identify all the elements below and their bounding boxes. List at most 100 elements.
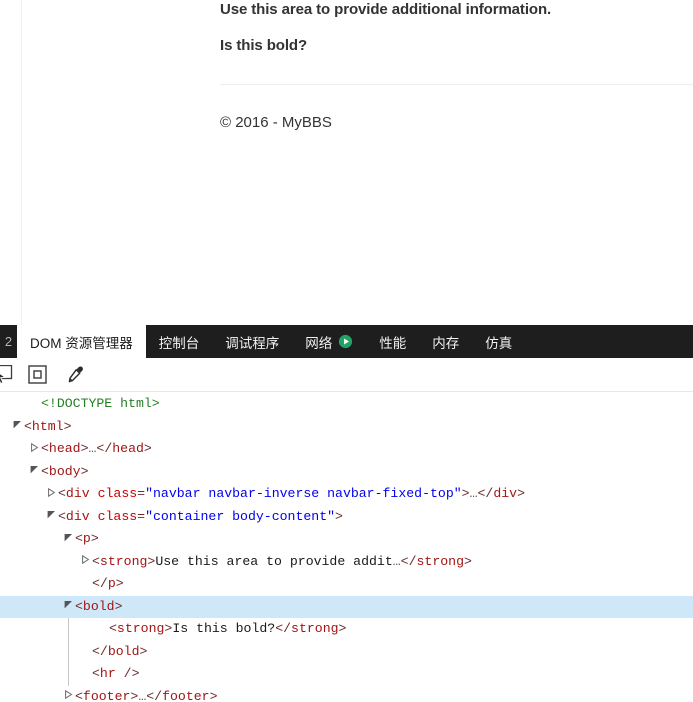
- dom-tree-row[interactable]: <strong>Use this area to provide addit…<…: [0, 551, 693, 574]
- dom-token-content: Is this bold?: [172, 621, 276, 636]
- dom-tree-row[interactable]: </p>: [0, 573, 693, 596]
- dom-row-markup: <!DOCTYPE html>: [41, 393, 160, 416]
- dom-token-tag: bold: [107, 643, 140, 659]
- devtools-tab-label: 性能: [379, 335, 407, 351]
- dom-token-tag: bold: [82, 598, 115, 614]
- dom-token-content: [90, 509, 98, 524]
- dom-token-punct: </: [92, 576, 108, 591]
- devtools-panel: 2 DOM 资源管理器 控制台 调试程序 网络 性能 内存 仿真 <!DOCTYPE htm: [0, 325, 693, 702]
- dom-token-punct: <: [75, 598, 83, 614]
- dom-token-tag: div: [65, 486, 90, 501]
- dom-tree-guide-line: [68, 618, 69, 686]
- dom-tree-row[interactable]: <!DOCTYPE html>: [0, 393, 693, 416]
- dom-tree-view[interactable]: <!DOCTYPE html> <html> <head>…</head> <body…: [0, 392, 693, 702]
- dom-token-punct: >: [143, 441, 152, 456]
- play-circle-icon: [338, 334, 353, 349]
- dom-tree-row[interactable]: <p>: [0, 528, 693, 551]
- expand-triangle-icon[interactable]: [44, 483, 58, 506]
- devtools-tab-2[interactable]: 调试程序: [212, 325, 293, 358]
- dom-token-punct: </: [400, 553, 417, 569]
- dom-token-tag: div: [493, 486, 518, 501]
- dom-row-markup: <head>…</head>: [41, 438, 152, 461]
- dom-token-attr: class: [97, 486, 138, 501]
- expand-triangle-icon[interactable]: [27, 438, 41, 461]
- dom-token-tag: strong: [291, 621, 339, 636]
- dom-token-eq: =: [137, 508, 146, 524]
- dom-tree-row[interactable]: <footer>…</footer>: [0, 686, 693, 702]
- dom-row-markup: <body>: [41, 461, 89, 484]
- dom-token-tag: strong: [416, 553, 464, 569]
- tab-overflow-indicator[interactable]: 2: [0, 325, 17, 358]
- dom-tree-row[interactable]: <div class="container body-content">: [0, 506, 693, 529]
- page-horizontal-rule: [220, 84, 693, 85]
- devtools-tab-3[interactable]: 网络: [292, 325, 367, 358]
- dom-token-punct: >: [139, 643, 148, 659]
- dom-token-tag: hr: [99, 666, 116, 681]
- dom-row-markup: <hr />: [92, 663, 140, 686]
- paragraph-is-this-bold: Is this bold?: [220, 37, 308, 54]
- dom-token-tag: p: [82, 531, 91, 546]
- dom-row-markup: <div class="container body-content">: [58, 506, 343, 529]
- expand-triangle-icon[interactable]: [61, 686, 75, 702]
- dom-token-tag: div: [65, 508, 90, 524]
- devtools-tab-5[interactable]: 内存: [419, 325, 473, 358]
- collapse-triangle-icon[interactable]: [10, 416, 24, 439]
- dom-tree-row[interactable]: </bold>: [0, 641, 693, 664]
- dom-token-doctype: <!DOCTYPE html>: [41, 396, 160, 411]
- dom-tree-row[interactable]: <body>: [0, 461, 693, 484]
- dom-token-tag: head: [48, 441, 81, 456]
- collapse-triangle-icon[interactable]: [61, 596, 75, 619]
- dom-token-punct: >: [338, 621, 347, 636]
- dom-row-markup: <html>: [24, 416, 72, 439]
- dom-token-punct: >: [80, 463, 89, 479]
- dom-row-markup: <strong>Is this bold?</strong>: [109, 618, 346, 641]
- page-left-gutter: [0, 0, 22, 325]
- dom-tree-row[interactable]: <strong>Is this bold?</strong>: [0, 618, 693, 641]
- devtools-tab-label: 控制台: [158, 335, 200, 351]
- devtools-tab-1[interactable]: 控制台: [145, 325, 213, 358]
- devtools-tab-label: 内存: [432, 335, 460, 351]
- dom-row-markup: <footer>…</footer>: [75, 686, 217, 702]
- color-picker-icon[interactable]: [56, 360, 94, 390]
- devtools-tab-4[interactable]: 性能: [366, 325, 420, 358]
- dom-row-markup: <p>: [75, 528, 99, 551]
- dom-tree-row[interactable]: <div class="navbar navbar-inverse navbar…: [0, 483, 693, 506]
- dom-token-punct: <: [109, 621, 117, 636]
- dom-row-markup: <bold>: [75, 596, 123, 619]
- collapse-triangle-icon[interactable]: [61, 528, 75, 551]
- dom-explorer-toolbar: [0, 358, 693, 392]
- dom-tree-row[interactable]: <html>: [0, 416, 693, 439]
- select-box-icon[interactable]: [18, 360, 56, 390]
- dom-token-val: "container body-content": [145, 508, 336, 524]
- dom-token-ellipsis: …: [392, 553, 401, 569]
- collapse-triangle-icon[interactable]: [44, 506, 58, 529]
- dom-token-punct: <: [24, 418, 32, 434]
- dom-token-punct: <: [92, 553, 100, 569]
- expand-triangle-icon[interactable]: [78, 551, 92, 574]
- dom-row-markup: <strong>Use this area to provide addit…<…: [92, 551, 472, 574]
- inspect-element-icon[interactable]: [0, 360, 18, 390]
- dom-tree-row[interactable]: <bold>: [0, 595, 693, 619]
- devtools-tab-0[interactable]: DOM 资源管理器: [17, 325, 146, 358]
- collapse-triangle-icon[interactable]: [27, 461, 41, 484]
- dom-token-content: [90, 486, 98, 501]
- dom-token-tag: strong: [99, 553, 148, 569]
- dom-token-val: "navbar navbar-inverse navbar-fixed-top": [145, 486, 462, 501]
- devtools-tab-strip: 2 DOM 资源管理器 控制台 调试程序 网络 性能 内存 仿真: [0, 325, 693, 358]
- dom-token-punct: >: [114, 598, 123, 614]
- devtools-tab-6[interactable]: 仿真: [472, 325, 526, 358]
- devtools-tab-label: DOM 资源管理器: [30, 335, 133, 351]
- dom-tree-row[interactable]: <hr />: [0, 663, 693, 686]
- dom-token-punct: <: [41, 463, 49, 479]
- dom-token-punct: >: [115, 576, 124, 591]
- dom-row-markup: <div class="navbar navbar-inverse navbar…: [58, 483, 525, 506]
- devtools-tab-label: 仿真: [485, 335, 513, 351]
- dom-row-markup: </p>: [92, 573, 124, 596]
- dom-token-punct: </: [275, 621, 292, 636]
- dom-tree-row[interactable]: <head>…</head>: [0, 438, 693, 461]
- dom-token-punct: >: [63, 418, 72, 434]
- dom-token-punct: />: [115, 666, 140, 681]
- dom-token-punct: </: [477, 486, 494, 501]
- dom-token-punct: <: [58, 508, 66, 524]
- dom-token-tag: strong: [116, 621, 165, 636]
